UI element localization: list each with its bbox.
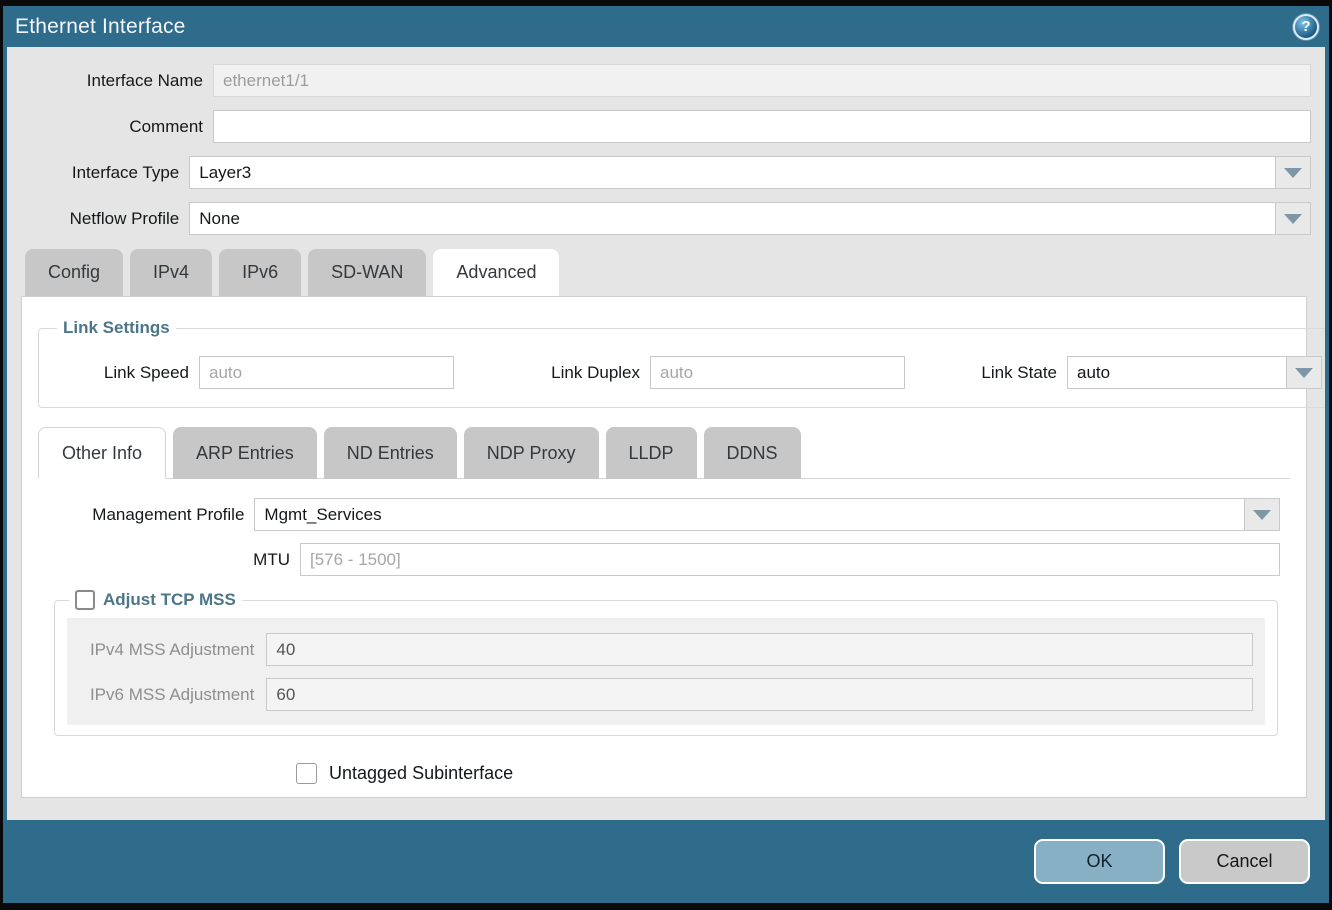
dialog-footer: OK Cancel bbox=[3, 820, 1329, 903]
adjust-tcp-mss-legend: Adjust TCP MSS bbox=[69, 590, 242, 610]
comment-input[interactable] bbox=[213, 110, 1311, 143]
ok-button[interactable]: OK bbox=[1034, 839, 1165, 884]
ipv6-mss-label: IPv6 MSS Adjustment bbox=[67, 685, 266, 705]
link-state-dropdown-arrow-icon[interactable] bbox=[1286, 356, 1322, 389]
adjust-tcp-mss-fieldset: Adjust TCP MSS IPv4 MSS Adjustment IPv6 … bbox=[54, 590, 1278, 736]
chevron-down-icon bbox=[1284, 214, 1302, 224]
ipv4-mss-input bbox=[266, 633, 1253, 666]
tab-nd-entries[interactable]: ND Entries bbox=[324, 427, 457, 479]
dialog-title: Ethernet Interface bbox=[15, 15, 186, 39]
tab-ipv6[interactable]: IPv6 bbox=[219, 249, 301, 296]
link-speed-input[interactable] bbox=[199, 356, 454, 389]
tab-sdwan[interactable]: SD-WAN bbox=[308, 249, 426, 296]
tab-other-info[interactable]: Other Info bbox=[38, 427, 166, 479]
netflow-profile-label: Netflow Profile bbox=[21, 209, 189, 229]
management-profile-row: Management Profile bbox=[38, 498, 1290, 531]
advanced-tab-panel: Link Settings Link Speed Link Duplex Lin… bbox=[21, 296, 1307, 798]
tab-config[interactable]: Config bbox=[25, 249, 123, 296]
chevron-down-icon bbox=[1284, 168, 1302, 178]
management-profile-value[interactable] bbox=[254, 498, 1244, 531]
interface-type-row: Interface Type bbox=[21, 156, 1311, 189]
mtu-input[interactable] bbox=[300, 543, 1280, 576]
interface-type-value[interactable] bbox=[189, 156, 1275, 189]
ethernet-interface-dialog: Ethernet Interface ? Interface Name Comm… bbox=[0, 0, 1332, 910]
link-settings-legend: Link Settings bbox=[57, 318, 176, 338]
mtu-row: MTU bbox=[38, 543, 1290, 576]
cancel-button[interactable]: Cancel bbox=[1179, 839, 1310, 884]
tab-ndp-proxy[interactable]: NDP Proxy bbox=[464, 427, 599, 479]
tab-lldp[interactable]: LLDP bbox=[606, 427, 697, 479]
interface-name-row: Interface Name bbox=[21, 64, 1311, 97]
comment-row: Comment bbox=[21, 110, 1311, 143]
link-settings-fieldset: Link Settings Link Speed Link Duplex Lin… bbox=[38, 318, 1325, 408]
link-state-value[interactable] bbox=[1067, 356, 1286, 389]
interface-type-combo[interactable] bbox=[189, 156, 1311, 189]
link-duplex-label: Link Duplex bbox=[500, 363, 650, 383]
mss-disabled-panel: IPv4 MSS Adjustment IPv6 MSS Adjustment bbox=[67, 618, 1265, 725]
tab-arp-entries[interactable]: ARP Entries bbox=[173, 427, 317, 479]
sub-tabstrip: Other Info ARP Entries ND Entries NDP Pr… bbox=[38, 427, 1290, 479]
dialog-titlebar: Ethernet Interface ? bbox=[3, 6, 1329, 47]
management-profile-combo[interactable] bbox=[254, 498, 1280, 531]
netflow-profile-value[interactable] bbox=[189, 202, 1275, 235]
adjust-tcp-mss-checkbox[interactable] bbox=[75, 590, 95, 610]
ipv6-mss-input bbox=[266, 678, 1253, 711]
dialog-body: Interface Name Comment Interface Type Ne… bbox=[7, 47, 1325, 820]
link-settings-row: Link Speed Link Duplex Link State bbox=[51, 356, 1322, 389]
ipv4-mss-label: IPv4 MSS Adjustment bbox=[67, 640, 266, 660]
netflow-profile-row: Netflow Profile bbox=[21, 202, 1311, 235]
management-profile-label: Management Profile bbox=[38, 505, 254, 525]
tab-advanced[interactable]: Advanced bbox=[433, 249, 559, 296]
link-state-label: Link State bbox=[957, 363, 1067, 383]
mtu-label: MTU bbox=[38, 550, 300, 570]
interface-name-input bbox=[213, 64, 1311, 97]
ipv6-mss-row: IPv6 MSS Adjustment bbox=[67, 678, 1253, 711]
adjust-tcp-mss-label: Adjust TCP MSS bbox=[103, 590, 236, 610]
chevron-down-icon bbox=[1253, 510, 1271, 520]
main-tabstrip: Config IPv4 IPv6 SD-WAN Advanced bbox=[21, 249, 1311, 296]
chevron-down-icon bbox=[1295, 368, 1313, 378]
untagged-subinterface-row: Untagged Subinterface bbox=[296, 763, 1290, 784]
link-state-combo[interactable] bbox=[1067, 356, 1322, 389]
tab-ipv4[interactable]: IPv4 bbox=[130, 249, 212, 296]
interface-type-dropdown-arrow-icon[interactable] bbox=[1275, 156, 1311, 189]
link-speed-label: Link Speed bbox=[51, 363, 199, 383]
untagged-subinterface-checkbox[interactable] bbox=[296, 763, 317, 784]
netflow-profile-combo[interactable] bbox=[189, 202, 1311, 235]
netflow-profile-dropdown-arrow-icon[interactable] bbox=[1275, 202, 1311, 235]
link-duplex-input[interactable] bbox=[650, 356, 905, 389]
interface-type-label: Interface Type bbox=[21, 163, 189, 183]
other-info-panel: Management Profile MTU Adjust TCP bbox=[38, 479, 1290, 784]
comment-label: Comment bbox=[21, 117, 213, 137]
ipv4-mss-row: IPv4 MSS Adjustment bbox=[67, 633, 1253, 666]
untagged-subinterface-label: Untagged Subinterface bbox=[329, 763, 513, 784]
tab-ddns[interactable]: DDNS bbox=[704, 427, 801, 479]
management-profile-dropdown-arrow-icon[interactable] bbox=[1244, 498, 1280, 531]
interface-name-label: Interface Name bbox=[21, 71, 213, 91]
help-icon[interactable]: ? bbox=[1293, 14, 1319, 40]
